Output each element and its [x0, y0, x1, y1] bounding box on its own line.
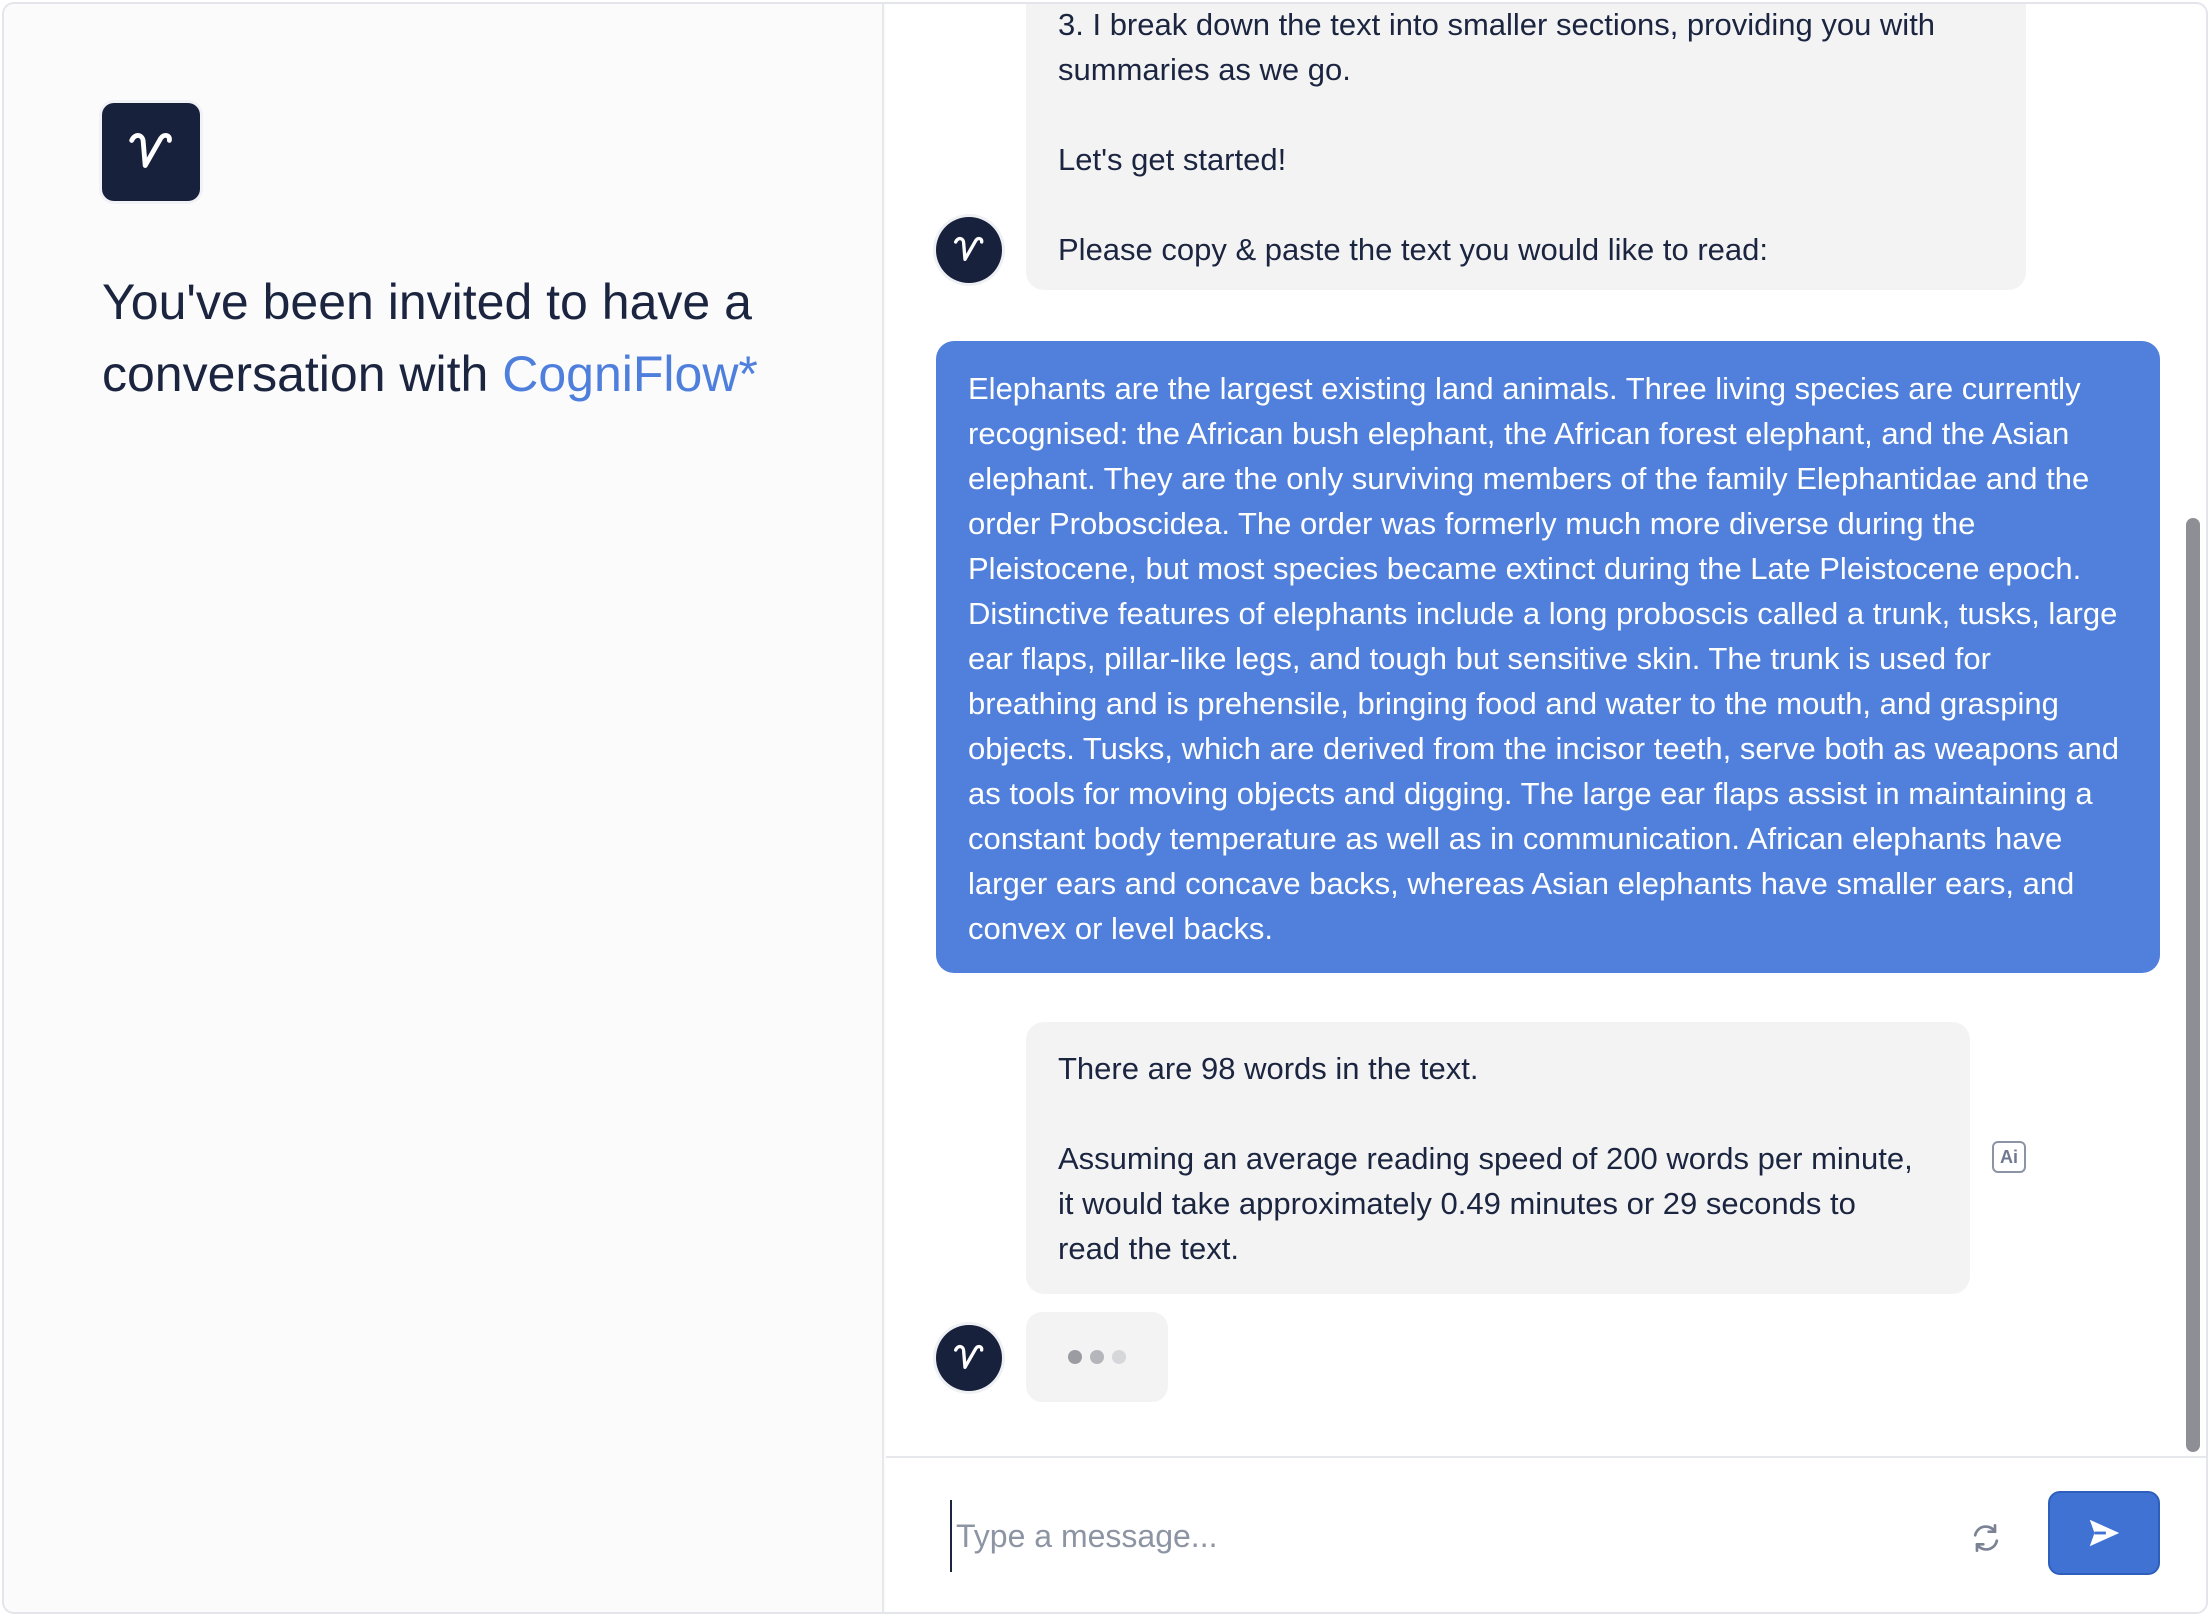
- user-message-text: Elephants are the largest existing land …: [968, 371, 2120, 946]
- invite-heading: You've been invited to have a conversati…: [102, 266, 842, 410]
- bot-avatar: [936, 217, 1002, 283]
- message-input[interactable]: [950, 1500, 1950, 1572]
- app-logo: [102, 103, 200, 201]
- logo-v-icon: [129, 133, 172, 168]
- typing-dot: [1068, 1350, 1082, 1364]
- message-line: There are 98 words in the text.: [1058, 1051, 1479, 1086]
- brand-name[interactable]: CogniFlow*: [502, 346, 758, 402]
- refresh-button[interactable]: [1966, 1518, 2006, 1558]
- bot-avatar: [936, 1325, 1002, 1391]
- message-line: read the text.: [1058, 1231, 1239, 1266]
- invite-panel: You've been invited to have a conversati…: [4, 4, 884, 1612]
- message-list[interactable]: 3. I break down the text into smaller se…: [886, 4, 2206, 1454]
- message-line: summaries as we go.: [1058, 52, 1351, 87]
- logo-v-icon: [954, 1344, 984, 1369]
- typing-dot: [1112, 1350, 1126, 1364]
- typing-indicator: [1026, 1312, 1168, 1402]
- message-line: Let's get started!: [1058, 142, 1287, 177]
- chat-panel: 3. I break down the text into smaller se…: [886, 4, 2206, 1612]
- send-icon: [2089, 1519, 2120, 1547]
- message-composer: [886, 1456, 2206, 1612]
- user-message: Elephants are the largest existing land …: [936, 341, 2160, 973]
- send-button[interactable]: [2048, 1491, 2160, 1575]
- message-line: Please copy & paste the text you would l…: [1058, 232, 1768, 267]
- app-frame: You've been invited to have a conversati…: [2, 2, 2208, 1614]
- bot-message: There are 98 words in the text. Assuming…: [1026, 1022, 1970, 1294]
- ai-badge-icon[interactable]: Ai: [1992, 1141, 2026, 1173]
- message-line: 3. I break down the text into smaller se…: [1058, 7, 1936, 42]
- typing-dot: [1090, 1350, 1104, 1364]
- message-line: it would take approximately 0.49 minutes…: [1058, 1186, 1856, 1221]
- bot-message: 3. I break down the text into smaller se…: [1026, 4, 2026, 290]
- message-line: Assuming an average reading speed of 200…: [1058, 1141, 1913, 1176]
- refresh-icon: [1973, 1524, 1999, 1552]
- logo-v-icon: [954, 236, 984, 261]
- scrollbar-thumb[interactable]: [2186, 518, 2200, 1452]
